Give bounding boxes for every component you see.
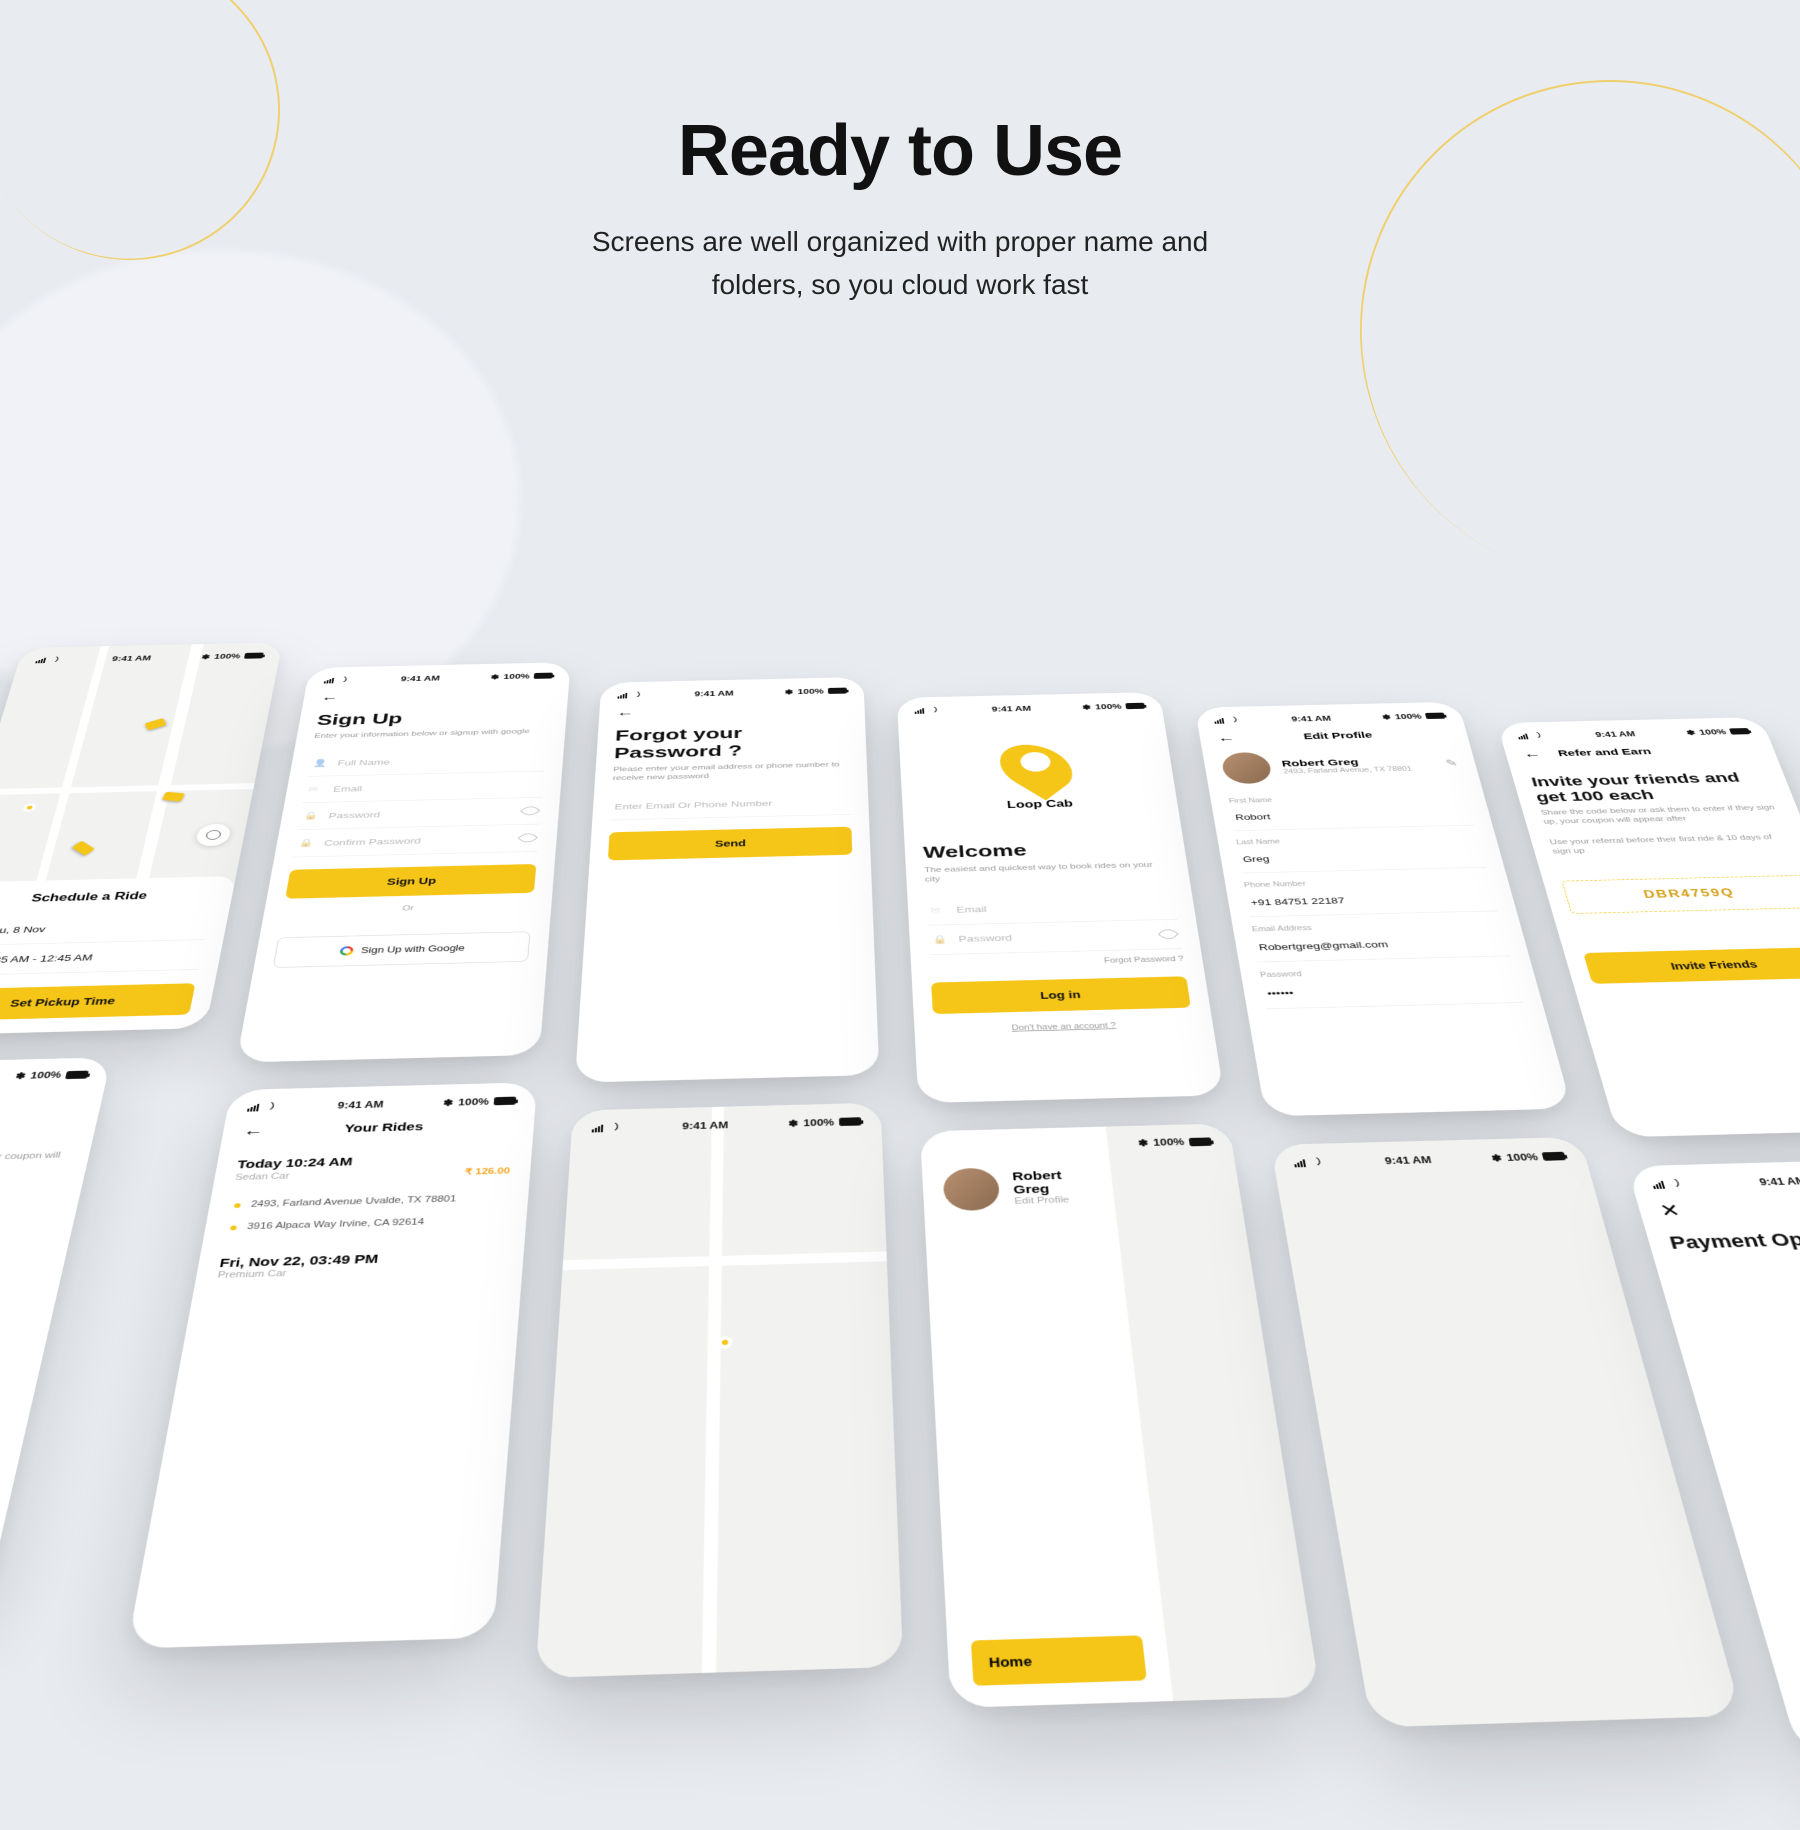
edit-profile-link[interactable]: Edit Profile	[1014, 1195, 1094, 1207]
user-location-dot	[23, 803, 38, 812]
screen-drawer: Robert Greg Edit Profile Home ✽100%	[920, 1123, 1321, 1708]
map-background[interactable]	[535, 1103, 903, 1678]
signup-link[interactable]: Don't have an account ?	[934, 1020, 1194, 1034]
eye-icon[interactable]	[520, 804, 540, 817]
google-icon	[340, 946, 355, 956]
screen-signup: 9:41 AM✽100% ← Sign Up Enter your inform…	[236, 662, 571, 1062]
refer-desc: Share the code below or ask them to ente…	[1540, 803, 1785, 827]
schedule-title: Schedule a Ride	[0, 889, 215, 906]
send-button[interactable]: Send	[608, 827, 852, 861]
login-button[interactable]: Log in	[931, 976, 1191, 1014]
eye-icon[interactable]	[517, 831, 538, 845]
back-button[interactable]: ←	[616, 706, 634, 719]
ride-price: ₹ 126.00	[465, 1166, 511, 1177]
eye-icon[interactable]	[1158, 927, 1179, 942]
taxi-icon	[72, 841, 95, 856]
lastname-input[interactable]: Greg	[1237, 840, 1486, 873]
refer-header: Refer and Earn	[0, 1088, 85, 1108]
welcome-title: Welcome	[923, 837, 1168, 862]
hero-title: Ready to Use	[0, 110, 1800, 192]
phone-input[interactable]: +91 84751 22187	[1245, 883, 1498, 917]
avatar[interactable]	[942, 1168, 1000, 1212]
refer-header: Refer and Earn	[1557, 744, 1758, 758]
welcome-subtitle: The easiest and quickest way to book rid…	[924, 860, 1171, 885]
logo-pin-icon	[1003, 741, 1070, 794]
hero-section: Ready to Use Screens are well organized …	[0, 0, 1800, 307]
user-location-dot	[717, 1336, 732, 1349]
close-button[interactable]: ✕	[1658, 1200, 1683, 1221]
forgot-subtitle: Please enter your email address or phone…	[612, 760, 849, 783]
google-signup-button[interactable]: Sign Up with Google	[273, 932, 531, 969]
screen-map-blank: 9:41 AM✽100%	[535, 1103, 903, 1678]
email-input[interactable]: Robertgreg@gmail.com	[1253, 927, 1511, 962]
taxi-icon	[162, 792, 185, 802]
refer-title: Invite your friends andget 100 each	[1530, 769, 1776, 805]
screen-your-rides: 9:41 AM✽100% ←Your Rides Today 10:24 AM …	[127, 1082, 537, 1649]
password-input[interactable]: ••••••	[1261, 973, 1523, 1009]
referral-code[interactable]: DBR4759Q	[1561, 875, 1800, 914]
brand-name: Loop Cab	[920, 797, 1160, 813]
screen-welcome: 9:41 AM✽100% Loop Cab Welcome The easies…	[897, 692, 1224, 1103]
signup-subtitle: Enter your information below or signup w…	[313, 727, 548, 741]
signup-title: Sign Up	[316, 707, 550, 729]
edit-header: Edit Profile	[1225, 729, 1450, 744]
nav-home[interactable]: Home	[971, 1635, 1147, 1685]
ride-car: Sedan Car	[234, 1172, 290, 1183]
signup-button[interactable]: Sign Up	[285, 864, 536, 899]
email-phone-input[interactable]: Enter Email Or Phone Number	[610, 789, 851, 821]
or-divider: Or	[282, 902, 533, 916]
payment-title: Payment Option	[1667, 1225, 1800, 1254]
forgot-title: Forgot yourPassword ?	[614, 722, 849, 762]
screen-forgot-password: 9:41 AM✽100% ← Forgot yourPassword ? Ple…	[575, 677, 880, 1083]
rides-header: Your Rides	[252, 1118, 514, 1138]
time-field[interactable]: 🕐 12:35 AM - 12:45 AM	[0, 940, 204, 976]
screen-refer-earn-cut: 9:41 AM✽100% Refer and Earn your friends…	[0, 1057, 112, 1613]
invite-button[interactable]: Invite Friends	[1583, 947, 1800, 984]
status-time: 9:41 AM	[111, 654, 152, 662]
hero-subtitle: Screens are well organized with proper n…	[0, 220, 1800, 307]
refer-title: your friends and0 each	[0, 1111, 79, 1153]
firstname-input[interactable]: Robort	[1229, 799, 1474, 831]
back-button[interactable]: ←	[1522, 747, 1543, 760]
avatar[interactable]	[1220, 752, 1273, 784]
set-pickup-button[interactable]: Set Pickup Time	[0, 983, 196, 1021]
back-button[interactable]: ←	[320, 691, 339, 704]
confirm-password-input[interactable]: 🔒Confirm Password	[293, 825, 540, 858]
forgot-password-link[interactable]: Forgot Password ?	[930, 955, 1184, 969]
user-name: Robert Greg	[1012, 1168, 1093, 1197]
schedule-panel: Schedule a Ride 📅 Thu, 8 Nov 🕐 12:35 AM …	[0, 876, 236, 1036]
edit-icon[interactable]: ✎	[1444, 757, 1459, 769]
password-input[interactable]: 🔒Password	[928, 919, 1182, 955]
taxi-icon	[145, 718, 167, 730]
screen-schedule-ride: 9:41 AM ✽100% Schedule a Ride 📅 Thu, 8 N…	[0, 642, 283, 1035]
